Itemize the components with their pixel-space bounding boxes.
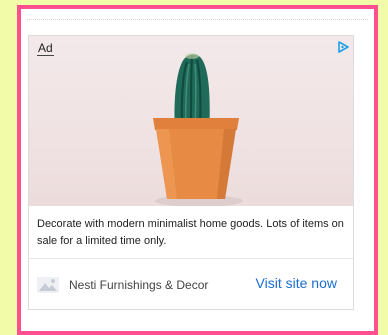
ad-card[interactable]: Ad Decorate with modern minimalist home … <box>28 35 354 310</box>
cactus-pot-illustration <box>153 53 243 206</box>
ad-footer: Nesti Furnishings & Decor Visit site now <box>29 258 353 311</box>
play-triangle-icon[interactable] <box>337 40 349 58</box>
ad-label: Ad <box>37 41 54 56</box>
ad-description[interactable]: Decorate with modern minimalist home goo… <box>37 216 347 250</box>
dotted-divider <box>27 19 368 20</box>
advertiser-logo-icon[interactable] <box>37 277 59 298</box>
visit-site-button[interactable]: Visit site now <box>256 275 337 291</box>
ad-image[interactable]: Ad <box>29 36 353 206</box>
advertiser-name[interactable]: Nesti Furnishings & Decor <box>69 278 208 292</box>
